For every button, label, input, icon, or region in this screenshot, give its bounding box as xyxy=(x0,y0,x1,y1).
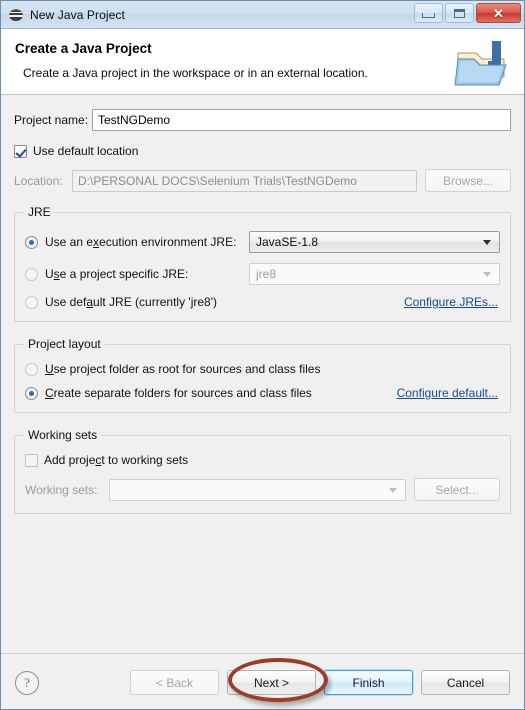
project-layout-group: Project layout Use project folder as roo… xyxy=(14,337,511,413)
configure-default-link[interactable]: Configure default... xyxy=(397,386,498,400)
jre-option-execution-environment[interactable]: Use an execution environment JRE: JavaSE… xyxy=(25,231,500,253)
dialog-body: Project name: TestNGDemo Use default loc… xyxy=(1,95,524,653)
cancel-button[interactable]: Cancel xyxy=(421,670,510,695)
layout-option-separate-folders[interactable]: Create separate folders for sources and … xyxy=(25,386,500,400)
chevron-down-icon xyxy=(483,240,491,245)
project-name-row: Project name: TestNGDemo xyxy=(14,109,511,131)
chevron-down-icon xyxy=(483,272,491,277)
window-title: New Java Project xyxy=(30,7,125,22)
minimize-button[interactable] xyxy=(414,3,443,23)
add-project-to-working-sets-checkbox[interactable] xyxy=(25,453,38,467)
jre-default-label: Use default JRE (currently 'jre8') xyxy=(45,295,217,309)
jre-project-specific-radio[interactable] xyxy=(25,267,38,281)
working-sets-group-title: Working sets xyxy=(24,428,102,442)
jre-default-radio[interactable] xyxy=(25,295,38,309)
finish-button[interactable]: Finish xyxy=(324,670,413,695)
jre-group-title: JRE xyxy=(24,205,55,219)
working-sets-combo xyxy=(109,478,406,501)
help-icon[interactable]: ? xyxy=(15,670,39,695)
configure-jres-link[interactable]: Configure JREs... xyxy=(404,295,498,309)
maximize-icon xyxy=(454,8,465,18)
jre-project-specific-value: jre8 xyxy=(256,267,277,281)
page-subtitle: Create a Java project in the workspace o… xyxy=(23,66,368,80)
project-name-input[interactable]: TestNGDemo xyxy=(92,109,511,131)
select-working-sets-button: Select... xyxy=(414,478,500,501)
jre-execution-environment-radio[interactable] xyxy=(25,235,38,249)
location-row: Location: D:\PERSONAL DOCS\Selenium Tria… xyxy=(14,169,511,192)
window-controls: ✕ xyxy=(414,3,521,23)
close-button[interactable]: ✕ xyxy=(476,3,521,23)
layout-option-project-folder[interactable]: Use project folder as root for sources a… xyxy=(25,362,500,376)
use-default-location-checkbox[interactable] xyxy=(14,144,27,158)
back-button: < Back xyxy=(130,670,219,695)
jre-group: JRE Use an execution environment JRE: Ja… xyxy=(14,205,511,322)
layout-separate-folders-label: Create separate folders for sources and … xyxy=(45,386,312,400)
minimize-icon xyxy=(422,13,435,18)
title-bar: New Java Project ✕ xyxy=(1,1,524,29)
layout-project-folder-radio[interactable] xyxy=(25,362,38,376)
jre-option-project-specific[interactable]: Use a project specific JRE: jre8 xyxy=(25,263,500,285)
working-sets-row: Working sets: Select... xyxy=(25,478,500,501)
java-globe-icon xyxy=(8,7,24,23)
close-icon: ✕ xyxy=(493,5,504,21)
working-sets-label: Working sets: xyxy=(25,482,98,497)
browse-button: Browse... xyxy=(425,169,511,192)
jre-project-specific-label: Use a project specific JRE: xyxy=(45,267,189,281)
jre-execution-environment-label: Use an execution environment JRE: xyxy=(45,235,237,249)
jre-project-specific-combo: jre8 xyxy=(249,263,500,285)
next-button[interactable]: Next > xyxy=(227,670,316,695)
new-java-project-dialog: New Java Project ✕ Create a Java Project… xyxy=(0,0,525,710)
add-project-to-working-sets-label: Add project to working sets xyxy=(44,453,189,467)
location-input: D:\PERSONAL DOCS\Selenium Trials\TestNGD… xyxy=(72,169,417,192)
jre-execution-environment-value: JavaSE-1.8 xyxy=(256,235,319,249)
dialog-footer: ? < Back Next > Finish Cancel xyxy=(1,653,524,709)
page-title: Create a Java Project xyxy=(15,41,152,56)
jre-execution-environment-combo[interactable]: JavaSE-1.8 xyxy=(249,231,500,253)
layout-project-folder-label: Use project folder as root for sources a… xyxy=(45,362,321,376)
maximize-button[interactable] xyxy=(445,3,474,23)
dialog-header: Create a Java Project Create a Java proj… xyxy=(1,29,524,95)
location-label: Location: xyxy=(14,173,63,188)
use-default-location-row[interactable]: Use default location xyxy=(14,144,511,158)
footer-buttons: < Back Next > Finish Cancel xyxy=(130,670,510,695)
add-project-to-working-sets-row[interactable]: Add project to working sets xyxy=(25,453,500,467)
new-java-project-folder-icon xyxy=(454,41,507,86)
project-layout-group-title: Project layout xyxy=(24,337,105,351)
project-name-label: Project name: xyxy=(14,113,89,127)
jre-option-default[interactable]: Use default JRE (currently 'jre8') Confi… xyxy=(25,295,500,309)
layout-separate-folders-radio[interactable] xyxy=(25,386,38,400)
working-sets-group: Working sets Add project to working sets… xyxy=(14,428,511,514)
use-default-location-label: Use default location xyxy=(33,144,139,158)
chevron-down-icon xyxy=(389,487,397,493)
